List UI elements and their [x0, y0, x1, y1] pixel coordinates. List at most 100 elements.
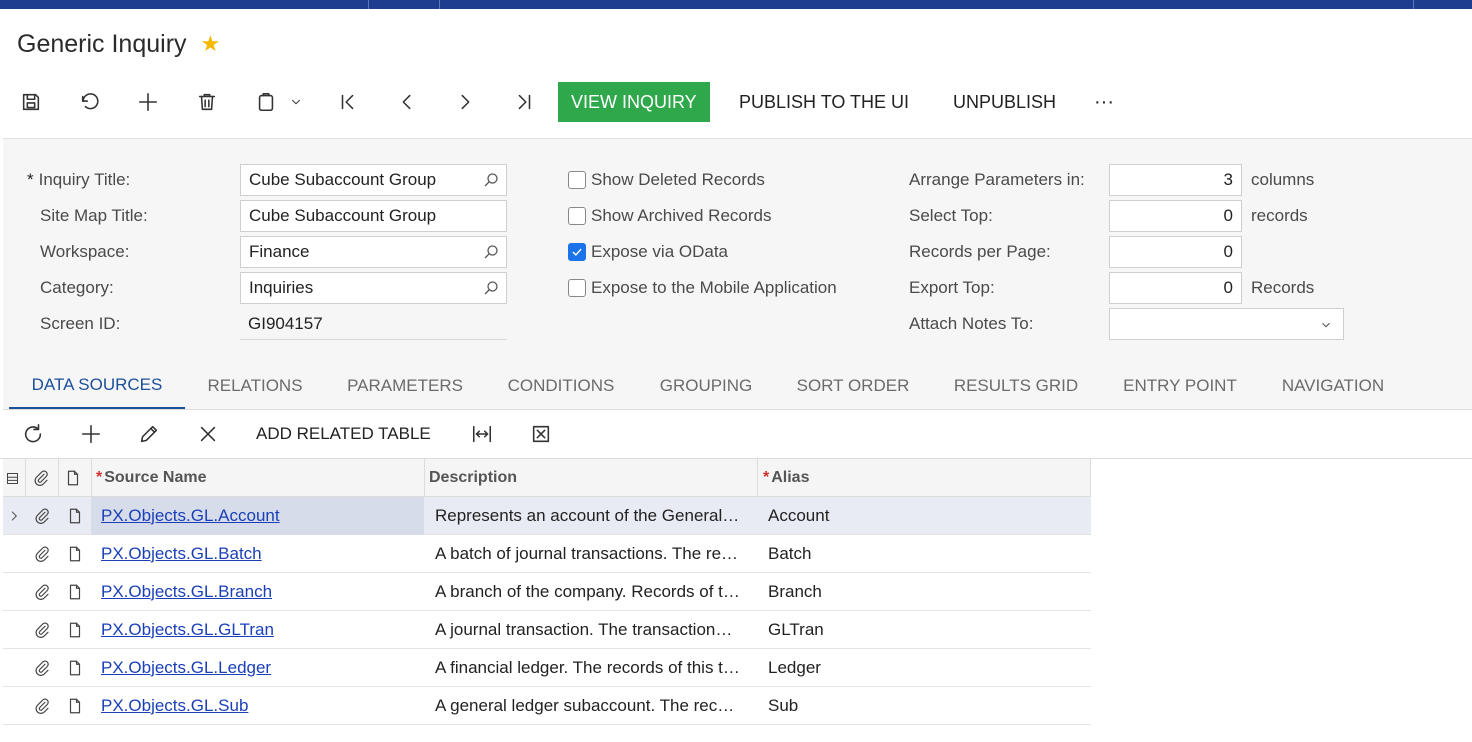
inquiry-title-field[interactable]: Cube Subaccount Group	[240, 164, 507, 196]
alias-cell[interactable]: Batch	[768, 535, 811, 572]
delete-icon[interactable]	[193, 90, 221, 114]
delete-row-icon[interactable]	[195, 422, 221, 446]
tab-entry-point[interactable]: ENTRY POINT	[1112, 362, 1248, 410]
previous-record-icon[interactable]	[393, 90, 421, 114]
add-related-table-button[interactable]: ADD RELATED TABLE	[256, 414, 431, 454]
export-top-field[interactable]: 0	[1109, 272, 1242, 304]
clipboard-dropdown-chevron-icon[interactable]	[284, 90, 308, 114]
description-cell[interactable]: Represents an account of the General…	[435, 497, 751, 534]
table-row[interactable]: PX.Objects.GL.GLTran A journal transacti…	[3, 611, 1091, 649]
page-title: Generic Inquiry	[17, 29, 187, 58]
description-cell[interactable]: A financial ledger. The records of this …	[435, 649, 751, 686]
show-archived-checkbox[interactable]: Show Archived Records	[568, 200, 771, 232]
first-record-icon[interactable]	[334, 90, 362, 114]
favorite-star-icon[interactable]: ★	[201, 31, 221, 57]
description-header[interactable]: Description	[429, 459, 517, 497]
undo-icon[interactable]	[76, 90, 104, 114]
table-row[interactable]: PX.Objects.GL.Batch A batch of journal t…	[3, 535, 1091, 573]
attachment-icon[interactable]	[33, 687, 51, 724]
workspace-field[interactable]: Finance	[240, 236, 507, 268]
attach-notes-select[interactable]	[1109, 308, 1344, 340]
tab-grouping[interactable]: GROUPING	[649, 362, 763, 410]
save-icon[interactable]	[17, 90, 45, 114]
attachment-icon[interactable]	[33, 573, 51, 610]
last-record-icon[interactable]	[510, 90, 538, 114]
note-icon[interactable]	[66, 497, 84, 534]
view-inquiry-button[interactable]: VIEW INQUIRY	[558, 82, 710, 122]
note-icon[interactable]	[66, 573, 84, 610]
edit-pencil-icon[interactable]	[136, 422, 162, 446]
attachment-icon[interactable]	[33, 611, 51, 648]
tab-relations[interactable]: RELATIONS	[195, 362, 315, 410]
tab-navigation[interactable]: NAVIGATION	[1271, 362, 1395, 410]
table-row[interactable]: PX.Objects.GL.Ledger A financial ledger.…	[3, 649, 1091, 687]
alias-cell[interactable]: GLTran	[768, 611, 824, 648]
source-name-link[interactable]: PX.Objects.GL.Account	[101, 497, 280, 534]
source-name-link[interactable]: PX.Objects.GL.GLTran	[101, 611, 274, 648]
title-row: Generic Inquiry ★	[17, 28, 220, 60]
source-name-link[interactable]: PX.Objects.GL.Batch	[101, 535, 262, 572]
tab-parameters[interactable]: PARAMETERS	[335, 362, 475, 410]
checkmark-icon	[568, 243, 586, 261]
attach-notes-label: Attach Notes To:	[909, 314, 1034, 333]
fit-columns-icon[interactable]	[469, 422, 495, 446]
more-actions-button[interactable]: ···	[1094, 82, 1114, 122]
tab-data-sources[interactable]: DATA SOURCES	[9, 362, 185, 410]
description-cell[interactable]: A batch of journal transactions. The re…	[435, 535, 751, 572]
source-name-link[interactable]: PX.Objects.GL.Ledger	[101, 649, 271, 686]
source-name-link[interactable]: PX.Objects.GL.Sub	[101, 687, 248, 724]
export-excel-icon[interactable]	[528, 422, 554, 446]
description-cell[interactable]: A general ledger subaccount. The rec…	[435, 687, 751, 724]
data-sources-grid: * Source Name Description * Alias PX.Objec…	[3, 459, 1091, 725]
attachment-header-icon	[32, 459, 50, 497]
tab-results-grid[interactable]: RESULTS GRID	[943, 362, 1089, 410]
grid-toolbar: ADD RELATED TABLE	[0, 414, 1472, 454]
description-cell[interactable]: A journal transaction. The transaction…	[435, 611, 751, 648]
search-icon[interactable]	[482, 243, 500, 261]
arrange-parameters-field[interactable]: 3	[1109, 164, 1242, 196]
note-icon[interactable]	[66, 611, 84, 648]
show-deleted-checkbox[interactable]: Show Deleted Records	[568, 164, 765, 196]
description-cell[interactable]: A branch of the company. Records of t…	[435, 573, 751, 610]
alias-cell[interactable]: Branch	[768, 573, 822, 610]
main-toolbar: VIEW INQUIRY PUBLISH TO THE UI UNPUBLISH…	[0, 82, 1472, 122]
add-row-icon[interactable]	[78, 422, 104, 446]
site-map-title-label: Site Map Title:	[40, 206, 148, 225]
row-status-header-icon	[5, 459, 20, 497]
source-name-link[interactable]: PX.Objects.GL.Branch	[101, 573, 272, 610]
add-icon[interactable]	[134, 90, 162, 114]
refresh-icon[interactable]	[20, 422, 46, 446]
publish-button[interactable]: PUBLISH TO THE UI	[739, 82, 909, 122]
records-suffix: records	[1251, 206, 1308, 225]
expose-mobile-checkbox[interactable]: Expose to the Mobile Application	[568, 272, 837, 304]
unpublish-button[interactable]: UNPUBLISH	[953, 82, 1056, 122]
attachment-icon[interactable]	[33, 535, 51, 572]
attachment-icon[interactable]	[33, 497, 51, 534]
table-row[interactable]: PX.Objects.GL.Sub A general ledger subac…	[3, 687, 1091, 725]
chevron-down-icon	[1319, 317, 1333, 331]
records-per-page-field[interactable]: 0	[1109, 236, 1242, 268]
records-per-page-label: Records per Page:	[909, 242, 1051, 261]
alias-cell[interactable]: Account	[768, 497, 829, 534]
expose-odata-checkbox[interactable]: Expose via OData	[568, 236, 728, 268]
attachment-icon[interactable]	[33, 649, 51, 686]
category-field[interactable]: Inquiries	[240, 272, 507, 304]
tab-conditions[interactable]: CONDITIONS	[497, 362, 625, 410]
note-icon[interactable]	[66, 535, 84, 572]
clipboard-icon[interactable]	[252, 90, 280, 114]
select-top-field[interactable]: 0	[1109, 200, 1242, 232]
site-map-title-field[interactable]: Cube Subaccount Group	[240, 200, 507, 232]
table-row[interactable]: PX.Objects.GL.Account Represents an acco…	[3, 497, 1091, 535]
note-icon[interactable]	[66, 687, 84, 724]
tab-sort-order[interactable]: SORT ORDER	[784, 362, 922, 410]
screen-id-label: Screen ID:	[40, 314, 121, 333]
alias-header[interactable]: * Alias	[763, 459, 809, 497]
source-name-header[interactable]: * Source Name	[96, 459, 207, 497]
search-icon[interactable]	[482, 171, 500, 189]
table-row[interactable]: PX.Objects.GL.Branch A branch of the com…	[3, 573, 1091, 611]
next-record-icon[interactable]	[451, 90, 479, 114]
alias-cell[interactable]: Sub	[768, 687, 798, 724]
search-icon[interactable]	[482, 279, 500, 297]
alias-cell[interactable]: Ledger	[768, 649, 821, 686]
note-icon[interactable]	[66, 649, 84, 686]
